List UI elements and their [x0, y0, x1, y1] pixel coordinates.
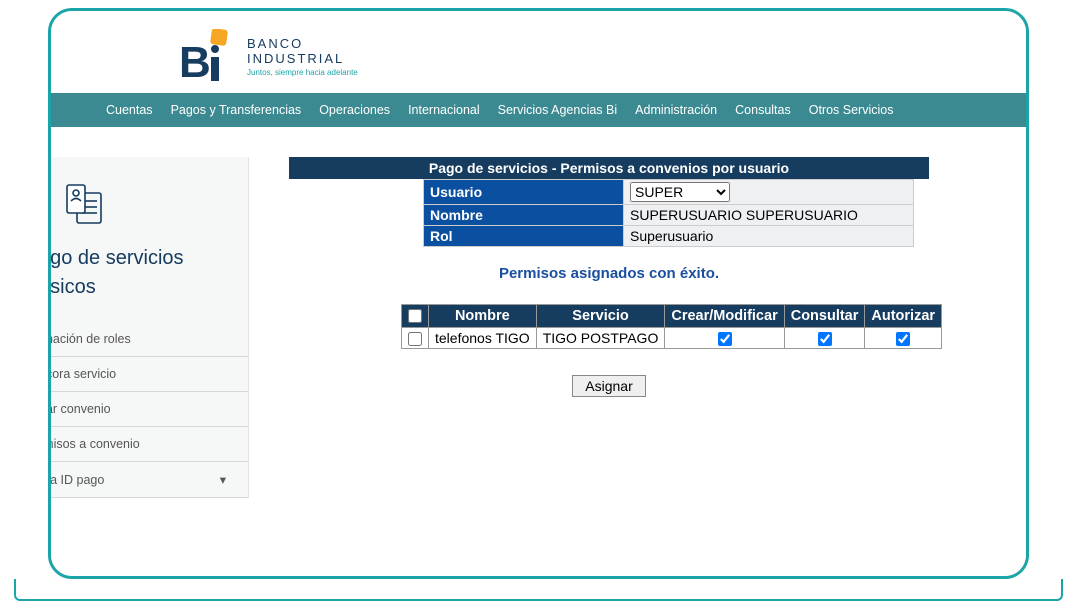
- crear-checkbox[interactable]: [718, 332, 732, 346]
- sidebar-item-carga[interactable]: rga ID pago ▾: [51, 462, 248, 498]
- svg-text:B: B: [179, 38, 211, 83]
- sidebar-item-label: rmisos a convenio: [51, 437, 140, 451]
- nav-pagos[interactable]: Pagos y Transferencias: [171, 103, 302, 117]
- sidebar: ago de servicios ásicos gnación de roles…: [51, 157, 249, 498]
- select-all-checkbox[interactable]: [408, 309, 422, 323]
- cell-nombre: telefonos TIGO: [429, 328, 537, 349]
- col-consultar: Consultar: [784, 305, 865, 328]
- sidebar-item-label: gnación de roles: [51, 332, 131, 346]
- rol-label: Rol: [424, 226, 624, 247]
- nav-operaciones[interactable]: Operaciones: [319, 103, 390, 117]
- success-message: Permisos asignados con éxito.: [289, 265, 929, 282]
- sidebar-title-2: ásicos: [51, 275, 248, 312]
- nav-internacional[interactable]: Internacional: [408, 103, 480, 117]
- logo-icon: B: [179, 29, 235, 83]
- nav-administracion[interactable]: Administración: [635, 103, 717, 117]
- usuario-select[interactable]: SUPER: [630, 182, 730, 202]
- rol-value: Superusuario: [624, 226, 914, 247]
- logo-tagline: Juntos, siempre hacia adelante: [247, 68, 358, 77]
- sidebar-item-label: rga ID pago: [51, 473, 104, 487]
- col-servicio: Servicio: [536, 305, 665, 328]
- sidebar-item-crear[interactable]: ear convenio: [51, 392, 248, 427]
- autorizar-checkbox[interactable]: [896, 332, 910, 346]
- nav-consultas[interactable]: Consultas: [735, 103, 791, 117]
- col-autorizar: Autorizar: [865, 305, 942, 328]
- nav-agencias[interactable]: Servicios Agencias Bi: [498, 103, 618, 117]
- sidebar-item-label: ácora servicio: [51, 367, 116, 381]
- assign-button[interactable]: Asignar: [572, 375, 645, 397]
- col-nombre: Nombre: [429, 305, 537, 328]
- sidebar-item-roles[interactable]: gnación de roles: [51, 322, 248, 357]
- sidebar-icon: [51, 179, 248, 232]
- row-select-checkbox[interactable]: [408, 332, 422, 346]
- section-header: Pago de servicios - Permisos a convenios…: [289, 157, 929, 179]
- permissions-table: Nombre Servicio Crear/Modificar Consulta…: [401, 304, 942, 349]
- main-content: Pago de servicios - Permisos a convenios…: [249, 157, 1026, 498]
- sidebar-item-bitacora[interactable]: ácora servicio: [51, 357, 248, 392]
- user-info-table: Usuario SUPER Nombre SUPERUSUARIO SUPERU…: [423, 179, 914, 247]
- logo-brand-1: BANCO: [247, 36, 358, 51]
- usuario-label: Usuario: [424, 180, 624, 205]
- logo-brand-2: INDUSTRIAL: [247, 51, 358, 66]
- top-nav: Cuentas Pagos y Transferencias Operacion…: [51, 93, 1026, 127]
- cell-servicio: TIGO POSTPAGO: [536, 328, 665, 349]
- nombre-label: Nombre: [424, 205, 624, 226]
- logo-area: B BANCO INDUSTRIAL Juntos, siempre hacia…: [51, 11, 1026, 93]
- sidebar-item-label: ear convenio: [51, 402, 111, 416]
- sidebar-item-permisos[interactable]: rmisos a convenio: [51, 427, 248, 462]
- nav-otros[interactable]: Otros Servicios: [809, 103, 894, 117]
- consultar-checkbox[interactable]: [818, 332, 832, 346]
- col-crear: Crear/Modificar: [665, 305, 784, 328]
- device-base: [14, 579, 1063, 601]
- nav-cuentas[interactable]: Cuentas: [106, 103, 153, 117]
- nombre-value: SUPERUSUARIO SUPERUSUARIO: [624, 205, 914, 226]
- table-row: telefonos TIGO TIGO POSTPAGO: [402, 328, 942, 349]
- chevron-down-icon: ▾: [220, 472, 240, 487]
